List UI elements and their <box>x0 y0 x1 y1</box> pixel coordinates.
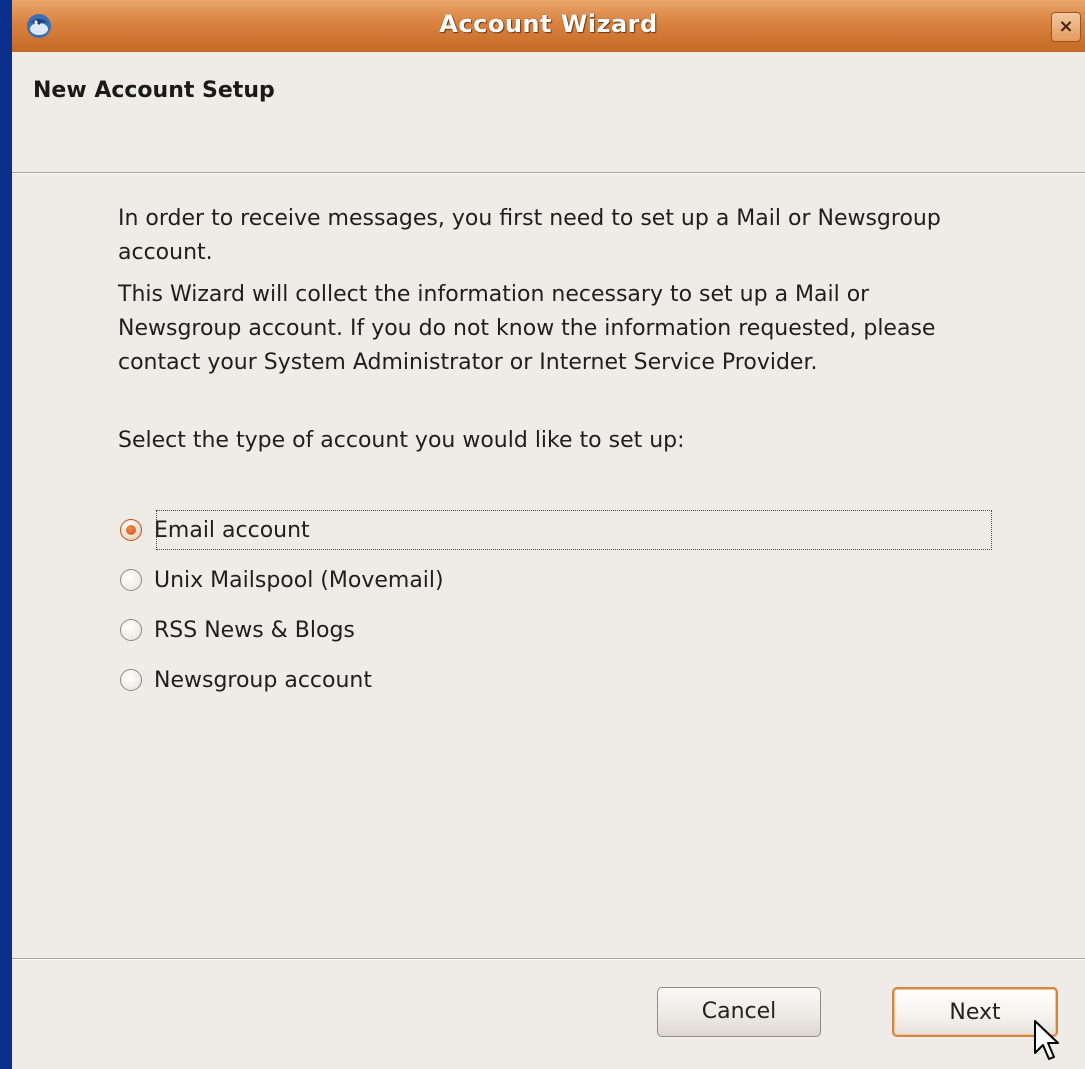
account-wizard-window: Account Wizard × New Account Setup In or… <box>12 0 1085 1069</box>
cancel-button[interactable]: Cancel <box>657 987 821 1037</box>
radio-selected-dot <box>126 525 136 535</box>
radio-label-email: Email account <box>154 517 310 543</box>
mouse-pointer-icon <box>1034 1020 1059 1060</box>
radio-button-newsgroup[interactable] <box>120 669 142 691</box>
page-title: New Account Setup <box>33 78 275 103</box>
footer-divider <box>12 958 1085 960</box>
header-divider <box>12 172 1085 174</box>
title-bar[interactable]: Account Wizard × <box>12 0 1085 53</box>
radio-email-account[interactable]: Email account <box>120 510 310 550</box>
radio-label-rss: RSS News & Blogs <box>154 617 355 643</box>
radio-button-rss[interactable] <box>120 619 142 641</box>
radio-button-email[interactable] <box>120 519 142 541</box>
account-type-prompt: Select the type of account you would lik… <box>118 428 685 453</box>
radio-button-unix-mailspool[interactable] <box>120 569 142 591</box>
intro-paragraph-2: This Wizard will collect the information… <box>118 282 936 375</box>
intro-paragraph-1: In order to receive messages, you first … <box>118 206 941 265</box>
radio-label-unix-mailspool: Unix Mailspool (Movemail) <box>154 567 444 593</box>
radio-newsgroup-account[interactable]: Newsgroup account <box>120 660 372 700</box>
close-button[interactable]: × <box>1051 12 1081 42</box>
wizard-header: New Account Setup <box>12 52 1085 172</box>
window-title: Account Wizard <box>439 10 658 38</box>
close-icon: × <box>1058 16 1074 37</box>
radio-unix-mailspool[interactable]: Unix Mailspool (Movemail) <box>120 560 444 600</box>
radio-label-newsgroup: Newsgroup account <box>154 667 372 693</box>
radio-rss-news-blogs[interactable]: RSS News & Blogs <box>120 610 355 650</box>
